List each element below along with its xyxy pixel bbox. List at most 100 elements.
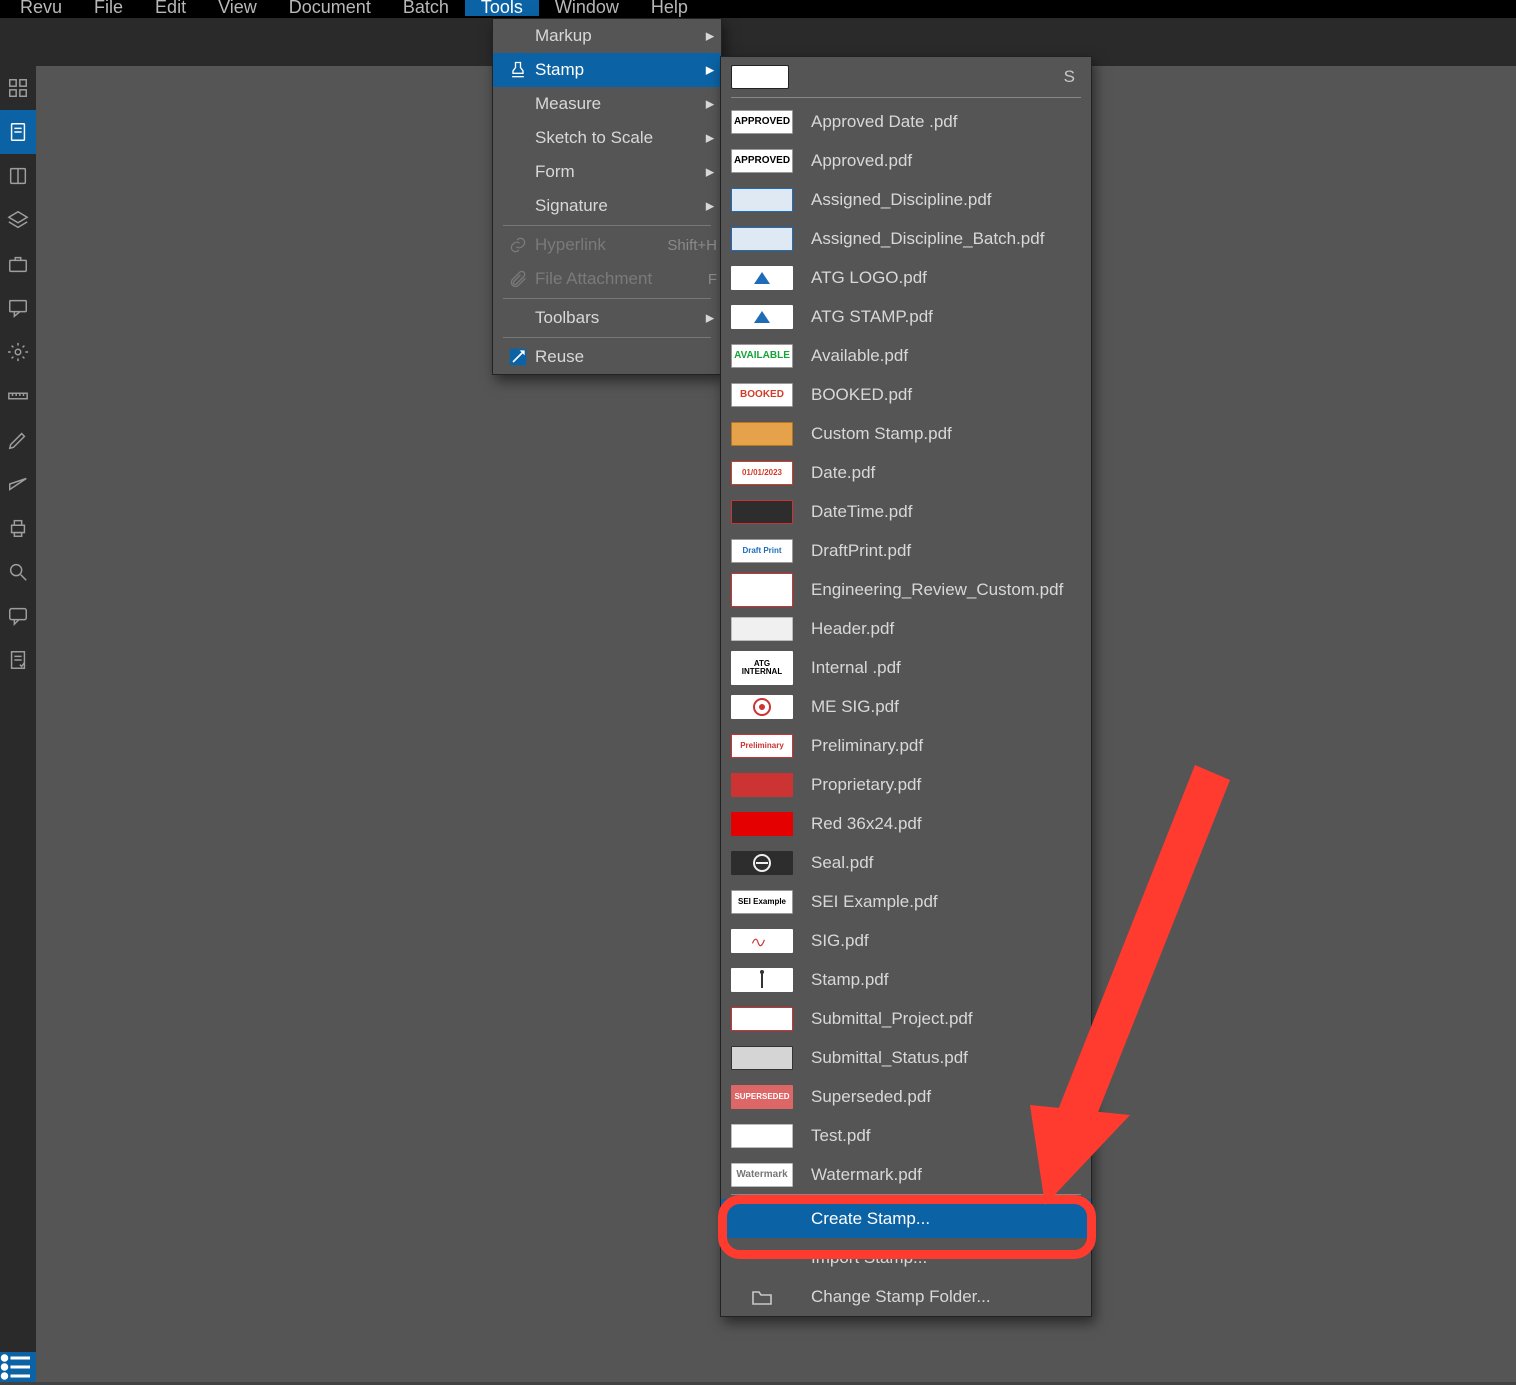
tools-item-markup[interactable]: Markup▸ xyxy=(493,19,721,53)
sidebar-bottom-tab[interactable] xyxy=(0,1352,36,1382)
folder-icon xyxy=(731,1285,793,1309)
callout-icon[interactable] xyxy=(0,286,36,330)
stamp-item[interactable]: Proprietary.pdf xyxy=(721,765,1091,804)
menu-revu[interactable]: Revu xyxy=(4,0,78,16)
tools-item-file-attachment: File AttachmentF xyxy=(493,262,721,296)
stamp-item[interactable]: SUPERSEDEDSuperseded.pdf xyxy=(721,1077,1091,1116)
tools-item-sketch-to-scale[interactable]: Sketch to Scale▸ xyxy=(493,121,721,155)
stamp-label: Approved Date .pdf xyxy=(811,112,957,132)
book-icon[interactable] xyxy=(0,154,36,198)
stamp-item[interactable]: Engineering_Review_Custom.pdf xyxy=(721,570,1091,609)
speech-icon[interactable] xyxy=(0,594,36,638)
stamp-search-input[interactable] xyxy=(731,65,789,89)
stamp-item[interactable]: ME SIG.pdf xyxy=(721,687,1091,726)
stamp-item[interactable]: Custom Stamp.pdf xyxy=(721,414,1091,453)
tools-item-toolbars[interactable]: Toolbars▸ xyxy=(493,301,721,335)
tools-item-stamp[interactable]: Stamp▸ xyxy=(493,53,721,87)
blank-icon xyxy=(501,24,535,48)
blank-icon xyxy=(731,1207,793,1231)
stamp-thumb: Preliminary xyxy=(731,734,793,758)
search-icon[interactable] xyxy=(0,550,36,594)
tools-item-form[interactable]: Form▸ xyxy=(493,155,721,189)
menu-document[interactable]: Document xyxy=(273,0,387,16)
stamp-label: BOOKED.pdf xyxy=(811,385,912,405)
stamp-item[interactable]: ATG LOGO.pdf xyxy=(721,258,1091,297)
stamp-item[interactable]: Test.pdf xyxy=(721,1116,1091,1155)
page-active-icon[interactable] xyxy=(0,110,36,154)
blank-icon xyxy=(501,306,535,330)
stamp-thumb xyxy=(731,773,793,797)
stamp-item[interactable]: AVAILABLEAvailable.pdf xyxy=(721,336,1091,375)
stamp-item[interactable]: BOOKEDBOOKED.pdf xyxy=(721,375,1091,414)
clip-icon xyxy=(501,267,535,291)
menu-file[interactable]: File xyxy=(78,0,139,16)
menu-view[interactable]: View xyxy=(202,0,273,16)
stamp-label: Engineering_Review_Custom.pdf xyxy=(811,580,1063,600)
chevron-right-icon: ▸ xyxy=(699,26,721,46)
stamp-item[interactable]: Header.pdf xyxy=(721,609,1091,648)
tools-item-reuse[interactable]: Reuse xyxy=(493,340,721,374)
stamp-item[interactable]: Submittal_Project.pdf xyxy=(721,999,1091,1038)
blank-icon xyxy=(731,1246,793,1270)
stamp-item[interactable]: Submittal_Status.pdf xyxy=(721,1038,1091,1077)
gear-icon[interactable] xyxy=(0,330,36,374)
stamp-item[interactable]: ATGINTERNALInternal .pdf xyxy=(721,648,1091,687)
stamp-item[interactable]: WatermarkWatermark.pdf xyxy=(721,1155,1091,1194)
stamp-label: SEI Example.pdf xyxy=(811,892,938,912)
tools-item-hyperlink: HyperlinkShift+H xyxy=(493,228,721,262)
stamp-label: Submittal_Project.pdf xyxy=(811,1009,973,1029)
stamp-item[interactable]: DateTime.pdf xyxy=(721,492,1091,531)
stamp-thumb: 01/01/2023 xyxy=(731,461,793,485)
stamp-thumb xyxy=(731,266,793,290)
stamp-thumb xyxy=(731,227,793,251)
stamp-label: Assigned_Discipline_Batch.pdf xyxy=(811,229,1044,249)
grid-icon[interactable] xyxy=(0,66,36,110)
blank-icon xyxy=(501,92,535,116)
menu-edit[interactable]: Edit xyxy=(139,0,202,16)
stamp-item[interactable]: SEI ExampleSEI Example.pdf xyxy=(721,882,1091,921)
stamp-item[interactable]: APPROVEDApproved.pdf xyxy=(721,141,1091,180)
stamp-action-change-stamp-folder[interactable]: Change Stamp Folder... xyxy=(721,1277,1091,1316)
ruler-icon[interactable] xyxy=(0,374,36,418)
pen-icon[interactable] xyxy=(0,418,36,462)
layers-icon[interactable] xyxy=(0,198,36,242)
stamp-label: Proprietary.pdf xyxy=(811,775,921,795)
stamp-label: SIG.pdf xyxy=(811,931,869,951)
stamp-item[interactable]: Red 36x24.pdf xyxy=(721,804,1091,843)
stamp-action-import-stamp[interactable]: Import Stamp... xyxy=(721,1238,1091,1277)
tools-item-measure[interactable]: Measure▸ xyxy=(493,87,721,121)
menu-batch[interactable]: Batch xyxy=(387,0,465,16)
stamp-item[interactable]: PreliminaryPreliminary.pdf xyxy=(721,726,1091,765)
briefcase-icon[interactable] xyxy=(0,242,36,286)
form-icon[interactable] xyxy=(0,638,36,682)
stamp-thumb xyxy=(731,968,793,992)
stamp-item[interactable]: Stamp.pdf xyxy=(721,960,1091,999)
stamp-label: DraftPrint.pdf xyxy=(811,541,911,561)
menu-tools[interactable]: Tools xyxy=(465,0,539,16)
link-icon xyxy=(501,233,535,257)
stamp-label: Test.pdf xyxy=(811,1126,871,1146)
stamp-label: Seal.pdf xyxy=(811,853,873,873)
stamp-thumb: APPROVED xyxy=(731,110,793,134)
stamp-thumb xyxy=(731,305,793,329)
chevron-right-icon: ▸ xyxy=(699,308,721,328)
stamp-item[interactable]: ATG STAMP.pdf xyxy=(721,297,1091,336)
stamp-thumb: AVAILABLE xyxy=(731,344,793,368)
stamp-thumb xyxy=(731,1007,793,1031)
stamp-item[interactable]: Draft PrintDraftPrint.pdf xyxy=(721,531,1091,570)
stamp-item[interactable]: SIG.pdf xyxy=(721,921,1091,960)
stamp-label: Approved.pdf xyxy=(811,151,912,171)
tools-item-signature[interactable]: Signature▸ xyxy=(493,189,721,223)
stamp-item[interactable]: Assigned_Discipline_Batch.pdf xyxy=(721,219,1091,258)
stamp-action-create-stamp[interactable]: Create Stamp... xyxy=(721,1199,1091,1238)
print-icon[interactable] xyxy=(0,506,36,550)
stamp-item[interactable]: Seal.pdf xyxy=(721,843,1091,882)
stamp-icon xyxy=(501,58,535,82)
stamp-item[interactable]: APPROVED Approved Date .pdf xyxy=(721,102,1091,141)
stamp-item[interactable]: Assigned_Discipline.pdf xyxy=(721,180,1091,219)
flag-icon[interactable] xyxy=(0,462,36,506)
menu-window[interactable]: Window xyxy=(539,0,635,16)
stamp-item[interactable]: 01/01/2023Date.pdf xyxy=(721,453,1091,492)
menu-help[interactable]: Help xyxy=(635,0,704,16)
stamp-label: ME SIG.pdf xyxy=(811,697,899,717)
